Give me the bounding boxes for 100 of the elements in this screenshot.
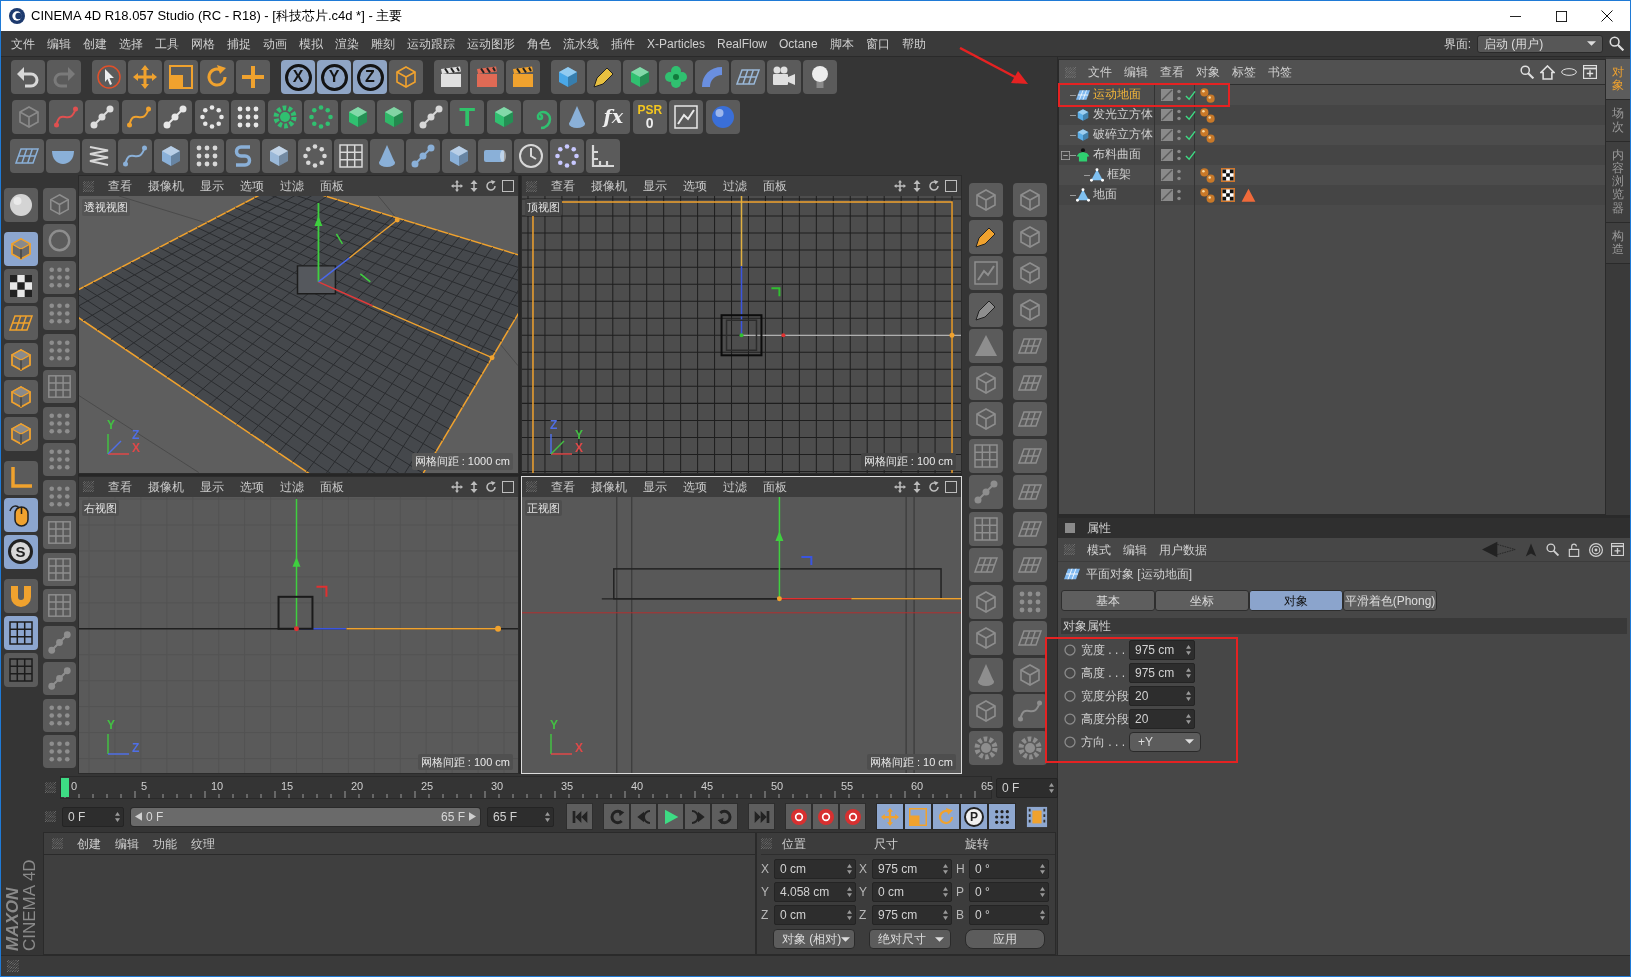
cube-outline-icon[interactable]	[969, 621, 1003, 656]
nodes-icon[interactable]	[969, 475, 1003, 510]
search-icon[interactable]	[1609, 36, 1624, 51]
grid-icon[interactable]	[42, 552, 76, 586]
check-icon[interactable]	[1185, 129, 1196, 141]
gear-icon[interactable]	[267, 99, 302, 134]
pen-icon[interactable]	[969, 292, 1003, 327]
undo-icon[interactable]	[11, 60, 45, 94]
two-dots-icon[interactable]	[1177, 109, 1181, 121]
two-dots-icon[interactable]	[1177, 169, 1181, 181]
cube-outline-icon[interactable]	[969, 183, 1003, 218]
left-triangle-icon[interactable]	[135, 812, 142, 821]
grip-icon[interactable]	[1064, 544, 1075, 555]
right-triangle-icon[interactable]	[469, 812, 476, 821]
menu-item[interactable]: 文件	[5, 34, 41, 53]
pen-icon[interactable]	[969, 219, 1003, 254]
cube-icon[interactable]	[262, 138, 296, 173]
cube-outline-icon[interactable]	[1013, 256, 1047, 291]
two-balls-icon[interactable]	[1200, 107, 1215, 123]
grid-plane-icon[interactable]	[3, 305, 38, 340]
menu-item[interactable]: 摄像机	[140, 177, 192, 195]
number-field[interactable]: 20	[1129, 685, 1195, 706]
clapperboard-icon[interactable]	[434, 60, 468, 94]
menu-item[interactable]: 编辑	[1124, 63, 1148, 81]
number-field[interactable]: 0 cm	[774, 904, 856, 925]
grip-icon[interactable]	[45, 782, 56, 793]
object-name[interactable]: 框架	[1107, 166, 1131, 184]
menu-item[interactable]: 编辑	[1123, 540, 1147, 559]
play-button[interactable]	[657, 803, 684, 830]
menu-item[interactable]: 角色	[521, 34, 557, 53]
side-tab[interactable]: 场次	[1606, 100, 1630, 142]
circle-icon[interactable]	[1064, 689, 1076, 702]
menu-item[interactable]: 过滤	[715, 177, 755, 195]
triangle-tag-icon[interactable]	[1241, 187, 1256, 203]
cube-icon[interactable]	[154, 138, 188, 173]
plus-square-icon[interactable]	[1611, 543, 1624, 556]
tab[interactable]: 基本	[1061, 590, 1155, 611]
checker-icon[interactable]	[3, 268, 38, 303]
psr-button[interactable]: PSR 0	[632, 99, 667, 134]
gear-icon[interactable]	[969, 730, 1003, 765]
minimize-icon[interactable]	[1509, 15, 1521, 17]
grid-plane-icon[interactable]	[731, 60, 765, 94]
house-icon[interactable]	[1540, 64, 1555, 80]
nodes-icon[interactable]	[406, 138, 440, 173]
circular-arrow-icon[interactable]	[928, 180, 940, 192]
menu-item[interactable]: 书签	[1268, 63, 1292, 81]
bowl-icon[interactable]	[46, 138, 80, 173]
apply-button[interactable]: 应用	[965, 929, 1045, 949]
grid-icon[interactable]	[969, 438, 1003, 473]
menu-item[interactable]: 过滤	[272, 177, 312, 195]
tab[interactable]: 平滑着色(Phong)	[1343, 590, 1437, 611]
four-arrows-icon[interactable]	[128, 60, 162, 94]
checker-tag-icon[interactable]	[1221, 188, 1235, 202]
number-field[interactable]: 20	[1129, 708, 1195, 729]
menu-item[interactable]: 创建	[77, 34, 113, 53]
menu-item[interactable]: 捕捉	[221, 34, 257, 53]
menu-item[interactable]: 文件	[1088, 63, 1112, 81]
key-toggle-button[interactable]	[904, 803, 932, 830]
key-toggle-button[interactable]	[932, 803, 960, 830]
menu-item[interactable]: 雕刻	[365, 34, 401, 53]
record-button[interactable]	[785, 803, 812, 830]
key-toggle-button[interactable]: P	[960, 803, 988, 830]
object-name[interactable]: 发光立方体	[1093, 106, 1153, 124]
menu-item[interactable]: 窗口	[859, 34, 896, 53]
grid-plane-icon[interactable]	[969, 548, 1003, 583]
menu-item[interactable]: 渲染	[329, 34, 365, 53]
number-field[interactable]: 975 cm	[1129, 639, 1195, 660]
grid-icon[interactable]	[3, 615, 38, 650]
camera-icon[interactable]	[767, 60, 801, 94]
menu-item[interactable]: 运动跟踪	[401, 34, 461, 53]
object-name[interactable]: 布料曲面	[1093, 146, 1141, 164]
menu-item[interactable]: 面板	[312, 177, 352, 195]
square-frame-icon[interactable]	[502, 480, 514, 493]
circular-arrow-icon[interactable]	[485, 180, 497, 192]
dot-grid-icon[interactable]	[42, 698, 76, 732]
menu-item[interactable]: 运动图形	[461, 34, 521, 53]
record-button[interactable]	[839, 803, 866, 830]
cube-icon[interactable]	[340, 99, 375, 134]
grid-plane-icon[interactable]	[1013, 548, 1047, 583]
search-icon[interactable]	[1546, 543, 1559, 556]
gear-icon[interactable]	[1013, 730, 1047, 765]
number-field[interactable]: 0 °	[969, 881, 1049, 902]
dot-grid-icon[interactable]	[190, 138, 224, 173]
menu-item[interactable]: X-Particles	[641, 34, 711, 53]
loop-forward-button[interactable]	[711, 803, 738, 830]
menu-item[interactable]: 显示	[635, 477, 675, 496]
ellipse-icon[interactable]	[1561, 68, 1577, 76]
grip-icon[interactable]	[7, 960, 19, 972]
plus-square-icon[interactable]	[1583, 65, 1597, 79]
cone-icon[interactable]	[969, 657, 1003, 692]
grip-icon[interactable]	[83, 481, 94, 492]
cube-outline-icon[interactable]	[1013, 219, 1047, 254]
skip-end-button[interactable]	[748, 803, 775, 830]
menu-item[interactable]: 面板	[755, 477, 795, 496]
menu-item[interactable]: 工具	[149, 34, 185, 53]
number-field[interactable]: 0 cm	[872, 881, 952, 902]
key-toggle-button[interactable]	[876, 803, 904, 830]
menu-item[interactable]: 查看	[543, 177, 583, 195]
cube-outline-icon[interactable]	[969, 365, 1003, 400]
grip-icon[interactable]	[52, 838, 63, 849]
